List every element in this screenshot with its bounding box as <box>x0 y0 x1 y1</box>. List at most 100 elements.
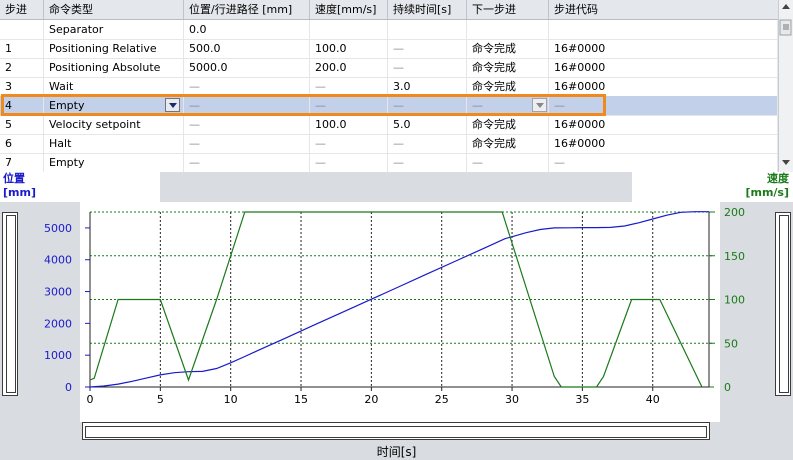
position-cell-text: — <box>189 137 200 150</box>
scroll-up-icon[interactable] <box>779 0 793 15</box>
speed-cell[interactable]: — <box>310 134 388 153</box>
command-type-cell[interactable]: Positioning Relative <box>44 39 184 58</box>
table-row[interactable]: 5 Velocity setpoint — 100.0 5.0 命令完成 16#0000 <box>0 115 778 135</box>
command-type-cell[interactable]: Halt <box>44 134 184 153</box>
table-header: 步进 命令类型 位置/行进路径 [mm] 速度[mm/s] 持续时间[s] 下一… <box>0 0 778 20</box>
speed-cell[interactable] <box>310 20 388 39</box>
position-cell-text: 500.0 <box>189 42 221 55</box>
step-code-cell-text: — <box>554 156 565 169</box>
table-vertical-scrollbar[interactable] <box>778 0 793 172</box>
command-type-cell-text: Halt <box>49 137 72 150</box>
table-row[interactable]: 1 Positioning Relative 500.0 100.0 — 命令完成 16#0… <box>0 39 778 59</box>
step-code-cell-text: 16#0000 <box>554 118 606 131</box>
x-tick-label: 40 <box>646 393 660 406</box>
step-code-cell-text: 16#0000 <box>554 61 606 74</box>
step-cell-text: 7 <box>5 156 12 169</box>
speed-axis-title: 速度 <box>767 172 789 185</box>
x-tick-label: 20 <box>364 393 378 406</box>
position-cell[interactable]: — <box>184 134 310 153</box>
right-y-tick-label: 100 <box>724 294 745 307</box>
speed-cell-text: 100.0 <box>315 42 347 55</box>
position-cell-text: 0.0 <box>189 23 207 36</box>
x-tick-label: 30 <box>505 393 519 406</box>
plot-background <box>80 202 720 422</box>
col-command-header[interactable]: 命令类型 <box>44 0 184 19</box>
step-cell[interactable]: 7 <box>0 153 44 172</box>
step-cell[interactable]: 2 <box>0 58 44 77</box>
table-row[interactable]: Separator 0.0 <box>0 20 778 40</box>
command-type-cell-text: Wait <box>49 80 74 93</box>
duration-cell-text: — <box>393 61 404 74</box>
x-tick-label: 35 <box>575 393 589 406</box>
command-type-cell[interactable]: Positioning Absolute <box>44 58 184 77</box>
duration-cell[interactable]: — <box>388 153 467 172</box>
step-code-cell[interactable]: — <box>549 153 778 172</box>
next-step-cell[interactable]: 命令完成 <box>467 115 549 134</box>
motion-profile-chart: 0 5 10 15 20 25 30 35 40050100150200010002000300… <box>44 202 745 422</box>
col-position-header[interactable]: 位置/行进路径 [mm] <box>184 0 310 19</box>
table-row[interactable]: 7 Empty — — — — — <box>0 153 778 172</box>
position-cell-text: — <box>189 118 200 131</box>
x-tick-label: 5 <box>157 393 164 406</box>
next-step-cell-text: — <box>472 156 483 169</box>
duration-cell[interactable]: — <box>388 39 467 58</box>
table-row[interactable]: 6 Halt — — — 命令完成 16#0000 <box>0 134 778 154</box>
left-y-tick-label: 2000 <box>44 317 72 330</box>
duration-cell[interactable]: — <box>388 134 467 153</box>
command-type-cell-text: Positioning Relative <box>49 42 157 55</box>
next-step-cell[interactable] <box>467 20 549 39</box>
step-code-cell[interactable]: 16#0000 <box>549 134 778 153</box>
col-step-header[interactable]: 步进 <box>0 0 44 19</box>
speed-cell[interactable]: 100.0 <box>310 115 388 134</box>
col-step-code-header[interactable]: 步进代码 <box>549 0 778 19</box>
table-row[interactable]: 2 Positioning Absolute 5000.0 200.0 — 命令完成 16#… <box>0 58 778 78</box>
command-type-cell[interactable]: Empty <box>44 153 184 172</box>
speed-cell-text: 100.0 <box>315 118 347 131</box>
command-type-cell-text: Positioning Absolute <box>49 61 161 74</box>
step-code-cell[interactable]: 16#0000 <box>549 39 778 58</box>
duration-cell[interactable] <box>388 20 467 39</box>
step-code-cell[interactable]: 16#0000 <box>549 115 778 134</box>
step-cell-text: 6 <box>5 137 12 150</box>
scroll-down-icon[interactable] <box>779 155 793 170</box>
speed-cell[interactable]: — <box>310 153 388 172</box>
speed-cell[interactable]: 100.0 <box>310 39 388 58</box>
duration-cell-text: 5.0 <box>393 118 411 131</box>
position-cell[interactable]: — <box>184 115 310 134</box>
next-step-cell[interactable]: 命令完成 <box>467 58 549 77</box>
col-next-step-header[interactable]: 下一步进 <box>467 0 549 19</box>
left-y-tick-label: 0 <box>65 381 72 394</box>
duration-cell-text: — <box>393 42 404 55</box>
step-cell[interactable] <box>0 20 44 39</box>
col-speed-header[interactable]: 速度[mm/s] <box>310 0 388 19</box>
position-cell[interactable]: 0.0 <box>184 20 310 39</box>
command-type-cell-text: Velocity setpoint <box>49 118 141 131</box>
duration-cell[interactable]: 5.0 <box>388 115 467 134</box>
next-step-cell[interactable]: 命令完成 <box>467 134 549 153</box>
command-type-cell-text: Empty <box>49 156 85 169</box>
col-duration-header[interactable]: 持续时间[s] <box>388 0 467 19</box>
next-step-cell-text: 命令完成 <box>472 118 516 131</box>
position-cell[interactable]: 500.0 <box>184 39 310 58</box>
duration-cell[interactable]: — <box>388 58 467 77</box>
position-cell[interactable]: 5000.0 <box>184 58 310 77</box>
position-cell[interactable]: — <box>184 153 310 172</box>
step-code-cell[interactable] <box>549 20 778 39</box>
step-table: 步进 命令类型 位置/行进路径 [mm] 速度[mm/s] 持续时间[s] 下一… <box>0 0 778 172</box>
speed-cell-text: 200.0 <box>315 61 347 74</box>
speed-cell-text: — <box>315 156 326 169</box>
step-cell[interactable]: 5 <box>0 115 44 134</box>
command-type-cell[interactable]: Separator <box>44 20 184 39</box>
next-step-cell[interactable]: — <box>467 153 549 172</box>
position-axis-unit: [mm] <box>3 186 36 199</box>
position-axis-label-box: 位置 [mm] <box>0 172 160 202</box>
scroll-thumb[interactable] <box>779 19 793 36</box>
next-step-cell[interactable]: 命令完成 <box>467 39 549 58</box>
step-cell[interactable]: 6 <box>0 134 44 153</box>
speed-cell[interactable]: 200.0 <box>310 58 388 77</box>
time-zoom-slider[interactable] <box>82 422 710 440</box>
step-code-cell[interactable]: 16#0000 <box>549 58 778 77</box>
step-cell[interactable]: 1 <box>0 39 44 58</box>
command-type-cell[interactable]: Velocity setpoint <box>44 115 184 134</box>
x-tick-label: 15 <box>294 393 308 406</box>
